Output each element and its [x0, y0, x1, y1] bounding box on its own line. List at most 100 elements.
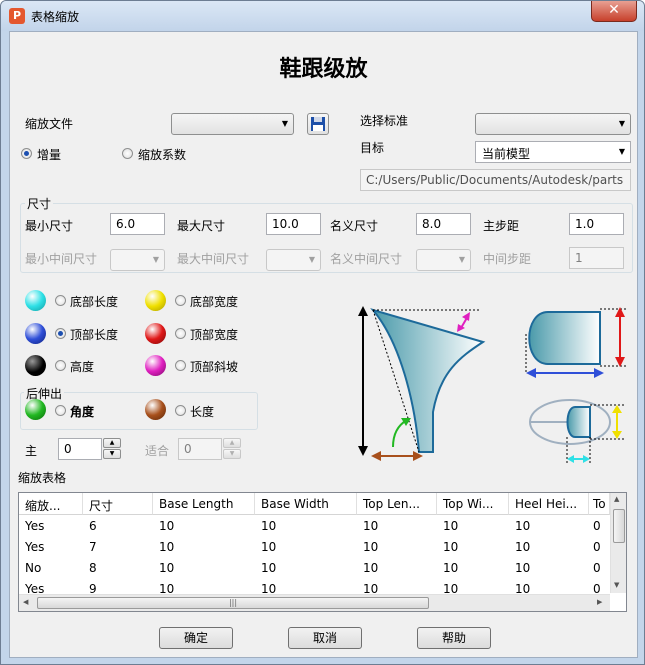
table-cell[interactable]: Yes [19, 537, 50, 558]
green-ball-icon [25, 399, 46, 420]
angle-radio[interactable] [55, 405, 66, 416]
chevron-down-icon: ▼ [618, 147, 625, 156]
vertical-scrollbar[interactable]: ▲ ▼ [610, 493, 626, 593]
table-cell[interactable]: 10 [153, 537, 180, 558]
vertical-scroll-thumb[interactable] [613, 509, 625, 543]
horizontal-scrollbar[interactable]: ◀ ||| ▶ [19, 594, 610, 611]
top-width-label: 顶部宽度 [190, 328, 239, 342]
increment-radio[interactable] [21, 148, 32, 159]
main-spin-down[interactable]: ▼ [103, 449, 121, 459]
standard-dropdown[interactable]: ▼ [475, 113, 631, 135]
table-cell[interactable]: 10 [153, 558, 180, 579]
target-value: 当前模型 [482, 147, 531, 161]
ok-button[interactable]: 确定 [159, 627, 233, 649]
fit-spin-down[interactable]: ▼ [223, 449, 241, 459]
base-width-radio[interactable] [175, 295, 186, 306]
base-length-radio[interactable] [55, 295, 66, 306]
scroll-down-icon[interactable]: ▼ [614, 581, 619, 589]
close-button[interactable]: ✕ [591, 1, 637, 22]
main-input[interactable]: 0 [58, 438, 102, 460]
main-step-input[interactable]: 1.0 [569, 213, 624, 235]
table-cell[interactable]: 10 [437, 537, 464, 558]
chevron-down-icon: ▼ [458, 255, 465, 264]
chevron-down-icon: ▼ [618, 119, 625, 128]
column-header[interactable]: 尺寸 [83, 493, 153, 515]
top-length-radio[interactable] [55, 328, 66, 339]
table-cell[interactable]: 6 [83, 516, 103, 537]
scale-factor-radio[interactable] [122, 148, 133, 159]
cyan-ball-icon [25, 290, 46, 311]
table-cell[interactable]: 10 [255, 537, 282, 558]
column-header[interactable]: To [589, 493, 610, 515]
table-cell[interactable]: 10 [509, 537, 536, 558]
max-mid-size-dropdown[interactable]: ▼ [266, 249, 321, 271]
chevron-down-icon: ▼ [152, 255, 159, 264]
scroll-right-icon[interactable]: ▶ [597, 598, 602, 606]
min-mid-size-dropdown[interactable]: ▼ [110, 249, 165, 271]
base-shape-diagram [529, 399, 625, 464]
base-width-label: 底部宽度 [190, 295, 239, 309]
dialog-window: P 表格缩放 ✕ 鞋跟级放 缩放文件 ▼ 增量 缩放系数 选择标准 ▼ 目标 当… [0, 0, 645, 665]
mid-step-input[interactable]: 1 [569, 247, 624, 269]
fit-spin-up[interactable]: ▲ [223, 438, 241, 448]
scale-file-dropdown[interactable]: ▼ [171, 113, 294, 135]
blue-ball-icon [25, 323, 46, 344]
table-cell[interactable]: 10 [357, 516, 384, 537]
table-cell[interactable]: 10 [357, 558, 384, 579]
fit-input[interactable]: 0 [178, 438, 222, 460]
scale-file-label: 缩放文件 [25, 117, 74, 131]
column-header[interactable]: Top Wi... [437, 493, 509, 515]
chevron-down-icon: ▼ [281, 119, 288, 128]
length-label: 长度 [190, 405, 215, 419]
scroll-left-icon[interactable]: ◀ [23, 598, 28, 606]
target-dropdown[interactable]: 当前模型 ▼ [475, 141, 631, 163]
table-cell[interactable]: 10 [153, 516, 180, 537]
title-bar[interactable]: P 表格缩放 ✕ [1, 1, 644, 31]
column-header[interactable]: 缩放... [19, 493, 83, 515]
top-width-radio[interactable] [175, 328, 186, 339]
main-spin-up[interactable]: ▲ [103, 438, 121, 448]
horizontal-scroll-thumb[interactable]: ||| [37, 597, 429, 609]
column-header[interactable]: Heel Hei... [509, 493, 589, 515]
nominal-size-input[interactable]: 8.0 [416, 213, 471, 235]
save-file-button[interactable] [307, 113, 329, 135]
length-radio[interactable] [175, 405, 186, 416]
scale-table[interactable]: 缩放... 尺寸 Base Length Base Width Top Len.… [18, 492, 627, 612]
table-cell[interactable]: 8 [83, 558, 103, 579]
table-cell[interactable]: 10 [357, 537, 384, 558]
parts-path-field[interactable]: C:/Users/Public/Documents/Autodesk/parts [360, 169, 631, 191]
scroll-up-icon[interactable]: ▲ [614, 495, 619, 503]
magenta-ball-icon [145, 355, 166, 376]
table-cell[interactable]: Yes [19, 516, 50, 537]
table-cell[interactable]: 10 [437, 558, 464, 579]
table-cell[interactable]: 0 [589, 516, 607, 537]
dialog-body: 鞋跟级放 缩放文件 ▼ 增量 缩放系数 选择标准 ▼ 目标 当前模型 ▼ C:/… [9, 31, 638, 658]
table-cell[interactable]: 0 [589, 537, 607, 558]
table-cell[interactable]: 7 [83, 537, 103, 558]
table-cell[interactable]: 10 [437, 516, 464, 537]
scale-factor-label: 缩放系数 [138, 148, 187, 162]
table-cell[interactable]: 10 [509, 558, 536, 579]
max-size-input[interactable]: 10.0 [266, 213, 321, 235]
column-header[interactable]: Top Len... [357, 493, 437, 515]
height-radio[interactable] [55, 360, 66, 371]
table-cell[interactable]: 10 [509, 516, 536, 537]
column-header[interactable]: Base Width [255, 493, 357, 515]
max-size-label: 最大尺寸 [177, 219, 226, 233]
table-cell[interactable]: 10 [255, 516, 282, 537]
min-size-input[interactable]: 6.0 [110, 213, 165, 235]
column-header[interactable]: Base Length [153, 493, 255, 515]
table-cell[interactable]: 0 [589, 558, 607, 579]
nominal-mid-size-dropdown[interactable]: ▼ [416, 249, 471, 271]
table-cell[interactable]: No [19, 558, 47, 579]
nominal-size-label: 名义尺寸 [330, 219, 379, 233]
cancel-button[interactable]: 取消 [288, 627, 362, 649]
brown-ball-icon [145, 399, 166, 420]
window-title: 表格缩放 [31, 10, 80, 24]
help-button[interactable]: 帮助 [417, 627, 491, 649]
top-slope-radio[interactable] [175, 360, 186, 371]
table-cell[interactable]: 10 [255, 558, 282, 579]
nominal-mid-size-label: 名义中间尺寸 [330, 252, 403, 266]
height-label: 高度 [70, 360, 95, 374]
mid-step-label: 中间步距 [483, 252, 532, 266]
